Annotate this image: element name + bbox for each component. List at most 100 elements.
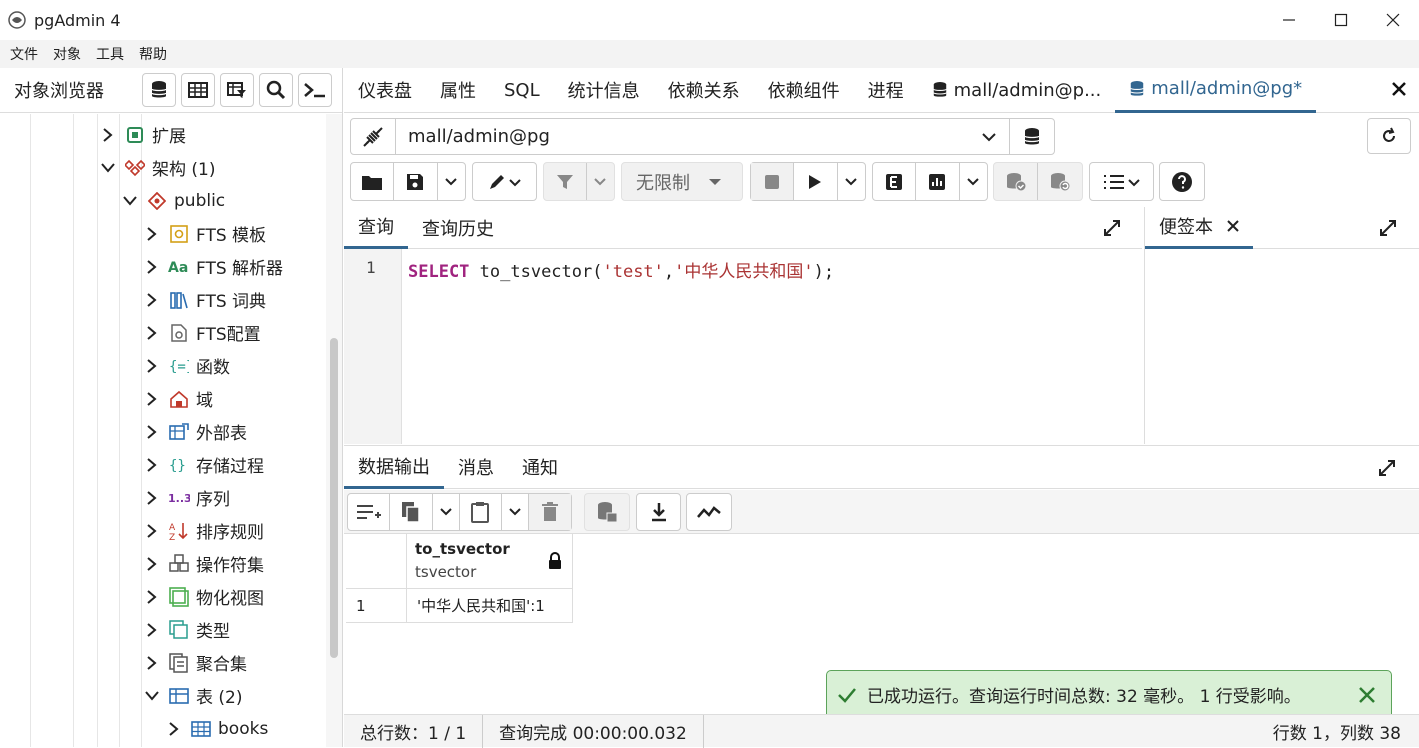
add-row-button[interactable]	[348, 494, 391, 530]
expand-icon[interactable]	[1100, 216, 1124, 240]
stop-button[interactable]	[751, 163, 795, 200]
help-button[interactable]	[1160, 163, 1204, 200]
tab-query-2[interactable]: mall/admin@pg*	[1115, 68, 1317, 113]
tab-properties[interactable]: 属性	[426, 68, 490, 113]
refresh-button[interactable]	[1367, 118, 1411, 154]
tab-query-1[interactable]: mall/admin@p...	[918, 68, 1116, 113]
copy-button[interactable]	[390, 494, 433, 530]
tree-item-domain[interactable]: 域	[142, 382, 213, 415]
graph-visualiser-button[interactable]	[687, 494, 731, 530]
tab-processes[interactable]: 进程	[854, 68, 918, 113]
edit-button[interactable]	[473, 163, 536, 200]
tab-statistics[interactable]: 统计信息	[554, 68, 654, 113]
chevron-right-icon[interactable]	[98, 127, 118, 142]
tree-item-fts-dictionary[interactable]: FTS 词典	[142, 283, 266, 316]
tree-item-aggregate[interactable]: 聚合集	[142, 646, 247, 679]
sql-editor[interactable]: 1 SELECT to_tsvector('test','中华人民共和国');	[344, 249, 1142, 444]
tree-item-materialized-view[interactable]: 物化视图	[142, 580, 264, 613]
chevron-down-icon[interactable]	[142, 690, 162, 701]
copy-dropdown-button[interactable]	[433, 494, 460, 530]
close-window-button[interactable]	[1367, 0, 1419, 40]
tree-item-type[interactable]: 类型	[142, 613, 230, 646]
tab-dashboard[interactable]: 仪表盘	[344, 68, 426, 113]
chevron-right-icon[interactable]	[142, 391, 162, 406]
open-file-button[interactable]	[351, 163, 395, 200]
filter-button[interactable]	[544, 163, 587, 200]
connection-status-icon[interactable]	[351, 119, 396, 154]
tree-item-extension[interactable]: 扩展	[98, 118, 186, 151]
rollback-button[interactable]	[1038, 163, 1082, 200]
tab-dependencies[interactable]: 依赖关系	[654, 68, 754, 113]
tree-scrollbar-thumb[interactable]	[330, 338, 338, 658]
tree-item-fts-config[interactable]: FTS配置	[142, 316, 261, 349]
chevron-down-icon[interactable]	[120, 195, 140, 206]
chevron-right-icon[interactable]	[142, 457, 162, 472]
chevron-right-icon[interactable]	[142, 424, 162, 439]
tab-notifications[interactable]: 通知	[508, 446, 572, 489]
tree-item-operator[interactable]: 操作符集	[142, 547, 264, 580]
tab-dependents[interactable]: 依赖组件	[754, 68, 854, 113]
tab-sql[interactable]: SQL	[490, 68, 554, 113]
sql-code[interactable]: SELECT to_tsvector('test','中华人民共和国');	[408, 257, 834, 282]
scratch-pad-editor[interactable]	[1144, 249, 1419, 444]
close-icon[interactable]	[1227, 220, 1239, 232]
tree-item-fts-template[interactable]: FTS 模板	[142, 217, 266, 250]
save-file-button[interactable]	[394, 163, 438, 200]
minimize-button[interactable]	[1263, 0, 1315, 40]
search-objects-button[interactable]	[259, 73, 293, 107]
chevron-right-icon[interactable]	[142, 325, 162, 340]
tab-query[interactable]: 查询	[344, 207, 408, 249]
tab-data-output[interactable]: 数据输出	[344, 446, 444, 489]
tab-scratch-pad[interactable]: 便签本	[1145, 207, 1253, 249]
tree-item-procedure[interactable]: {} 存储过程	[142, 448, 264, 481]
menu-help[interactable]: 帮助	[139, 44, 167, 64]
menu-file[interactable]: 文件	[10, 44, 38, 64]
tree-item-foreign-table[interactable]: 外部表	[142, 415, 247, 448]
chevron-right-icon[interactable]	[142, 259, 162, 274]
explain-dropdown-button[interactable]	[960, 163, 988, 200]
tree-item-schema[interactable]: public	[120, 184, 225, 217]
execute-dropdown-button[interactable]	[838, 163, 866, 200]
save-data-button[interactable]	[585, 494, 629, 530]
delete-button[interactable]	[528, 494, 571, 530]
tree-item-fts-parser[interactable]: Aa FTS 解析器	[142, 250, 283, 283]
expand-icon[interactable]	[1375, 456, 1399, 480]
chevron-right-icon[interactable]	[142, 490, 162, 505]
menu-tools[interactable]: 工具	[96, 44, 124, 64]
tree-item-sequence[interactable]: 1..3 序列	[142, 481, 230, 514]
new-connection-button[interactable]	[1009, 119, 1054, 154]
chevron-right-icon[interactable]	[142, 226, 162, 241]
download-button[interactable]	[637, 494, 680, 530]
chevron-right-icon[interactable]	[142, 358, 162, 373]
tree-item-tables[interactable]: 表 (2)	[142, 679, 242, 712]
chevron-right-icon[interactable]	[142, 589, 162, 604]
tree-item-collation[interactable]: A Z 排序规则	[142, 514, 264, 547]
explain-analyze-button[interactable]	[916, 163, 960, 200]
explain-button[interactable]	[873, 163, 917, 200]
chevron-right-icon[interactable]	[164, 721, 184, 736]
psql-tool-button[interactable]	[298, 73, 332, 107]
tree-item-function[interactable]: {=} 函数	[142, 349, 230, 382]
connection-selector[interactable]: mall/admin@pg	[350, 118, 1055, 155]
chevron-right-icon[interactable]	[142, 292, 162, 307]
row-number[interactable]: 1	[346, 589, 407, 623]
filter-dropdown-button[interactable]	[587, 163, 614, 200]
menu-object[interactable]: 对象	[53, 44, 81, 64]
column-header[interactable]: to_tsvector tsvector	[407, 534, 573, 589]
chevron-right-icon[interactable]	[142, 655, 162, 670]
chevron-down-icon[interactable]	[969, 119, 1009, 154]
limit-select[interactable]: 无限制	[621, 162, 743, 201]
tab-query-history[interactable]: 查询历史	[408, 207, 508, 249]
chevron-right-icon[interactable]	[142, 523, 162, 538]
result-cell[interactable]: '中华人民共和国':1	[407, 589, 573, 623]
close-toast-icon[interactable]	[1359, 687, 1375, 703]
paste-button[interactable]	[460, 494, 502, 530]
macros-button[interactable]	[1090, 163, 1153, 200]
chevron-down-icon[interactable]	[98, 162, 118, 173]
chevron-right-icon[interactable]	[142, 622, 162, 637]
filtered-rows-button[interactable]	[220, 73, 254, 107]
tree-item-table[interactable]: books	[164, 712, 268, 745]
execute-button[interactable]	[794, 163, 838, 200]
close-tab-icon[interactable]	[1391, 78, 1407, 103]
expand-icon[interactable]	[1376, 216, 1400, 240]
